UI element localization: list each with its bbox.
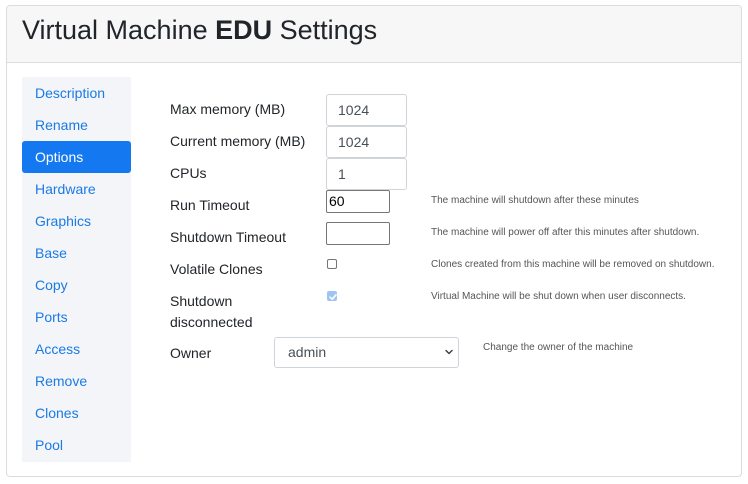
run-timeout-input[interactable]: 60	[326, 190, 390, 213]
owner-help: Change the owner of the machine	[483, 342, 634, 353]
owner-selected-value: admin	[288, 344, 327, 360]
shutdown-disconnected-checkbox[interactable]	[327, 291, 337, 301]
shutdown-disconnected-label: Shutdown disconnected	[170, 291, 253, 333]
sidebar-item-remove[interactable]: Remove	[22, 365, 131, 397]
run-timeout-label: Run Timeout	[170, 197, 250, 213]
volatile-clones-checkbox[interactable]	[327, 259, 337, 269]
settings-sidebar: Description Rename Options Hardware Grap…	[22, 77, 131, 462]
sidebar-item-ports[interactable]: Ports	[22, 301, 131, 333]
shutdown-timeout-help: The machine will power off after this mi…	[431, 227, 700, 238]
page-title: Virtual Machine EDU Settings	[22, 15, 377, 46]
card-header: Virtual Machine EDU Settings	[7, 6, 741, 63]
sidebar-item-options[interactable]: Options	[22, 141, 131, 173]
sidebar-item-pool[interactable]: Pool	[22, 429, 131, 461]
cpus-label: CPUs	[170, 165, 207, 181]
sidebar-item-clones[interactable]: Clones	[22, 397, 131, 429]
owner-select[interactable]: admin	[274, 337, 459, 368]
chevron-down-icon	[444, 338, 454, 377]
sidebar-item-description[interactable]: Description	[22, 77, 131, 109]
sidebar-item-access[interactable]: Access	[22, 333, 131, 365]
run-timeout-help: The machine will shutdown after these mi…	[431, 195, 639, 206]
title-prefix: Virtual Machine	[22, 15, 216, 45]
shutdown-disconnected-help: Virtual Machine will be shut down when u…	[431, 291, 686, 302]
shutdown-disconnected-label-line1: Shutdown	[170, 293, 233, 309]
sidebar-item-hardware[interactable]: Hardware	[22, 173, 131, 205]
shutdown-disconnected-label-line2: disconnected	[170, 314, 253, 330]
current-memory-input[interactable]: 1024	[326, 126, 407, 158]
title-suffix: Settings	[272, 15, 378, 45]
current-memory-label: Current memory (MB)	[170, 133, 306, 149]
owner-label: Owner	[170, 345, 212, 361]
shutdown-timeout-label: Shutdown Timeout	[170, 229, 286, 245]
volatile-clones-help: Clones created from this machine will be…	[431, 259, 715, 270]
sidebar-item-graphics[interactable]: Graphics	[22, 205, 131, 237]
cpus-input[interactable]: 1	[326, 158, 407, 190]
sidebar-item-rename[interactable]: Rename	[22, 109, 131, 141]
shutdown-timeout-input[interactable]	[326, 222, 390, 245]
max-memory-input[interactable]: 1024	[326, 94, 407, 126]
sidebar-item-copy[interactable]: Copy	[22, 269, 131, 301]
volatile-clones-label: Volatile Clones	[170, 261, 263, 277]
sidebar-item-base[interactable]: Base	[22, 237, 131, 269]
vm-name: EDU	[215, 15, 273, 45]
check-icon	[329, 294, 337, 300]
max-memory-label: Max memory (MB)	[170, 101, 286, 117]
